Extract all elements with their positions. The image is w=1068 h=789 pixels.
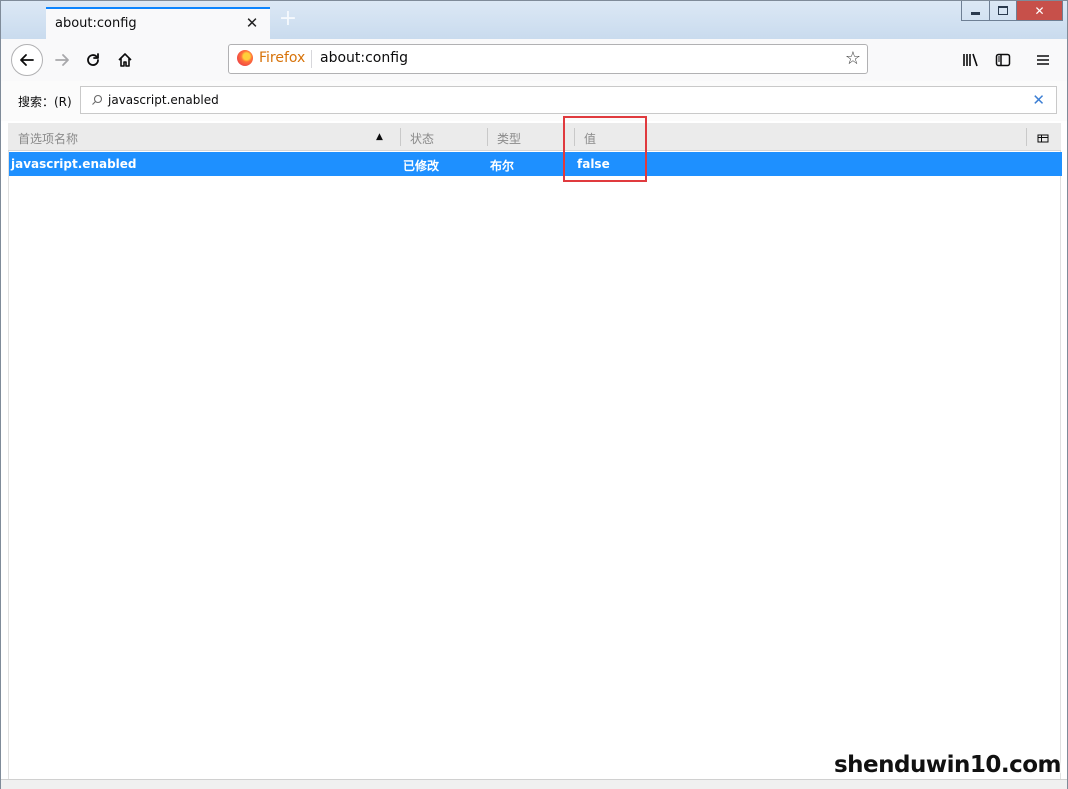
search-value: javascript.enabled [108,93,219,107]
column-splitter[interactable] [574,128,575,146]
maximize-button[interactable] [990,1,1017,20]
minimize-button[interactable] [962,1,990,20]
firefox-logo-icon [237,50,253,66]
back-arrow-icon [20,54,34,66]
pref-name-cell: javascript.enabled [11,157,137,171]
reload-button[interactable] [79,46,107,74]
search-label: 搜索：(R) [18,95,72,109]
tab-title: about:config [55,16,137,31]
search-icon [92,94,103,105]
pref-type-cell: 布尔 [490,159,515,173]
identity-label: Firefox [259,50,306,66]
reload-icon [87,53,99,66]
tab-strip: about:config ✕ + ✕ [1,1,1067,39]
hamburger-menu-icon [1037,55,1049,65]
bookmark-star-icon[interactable]: ☆ [845,48,861,69]
column-picker-glyph [1037,134,1049,143]
column-splitter[interactable] [400,128,401,146]
column-status-header[interactable]: 状态 [410,130,434,147]
close-icon: ✕ [1034,3,1045,18]
forward-arrow-icon [55,54,69,66]
sidebar-icon [995,53,1011,67]
tab-about-config[interactable]: about:config ✕ [46,7,270,39]
home-button[interactable] [111,46,139,74]
sort-ascending-icon: ▲ [376,132,383,142]
column-name-header[interactable]: 首选项名称 [18,130,78,147]
menu-button[interactable] [1029,46,1057,74]
window-close-button[interactable]: ✕ [1017,1,1062,20]
column-value-header[interactable]: 值 [584,130,596,147]
sidebar-button[interactable] [989,46,1017,74]
library-button[interactable] [957,46,985,74]
maximize-icon [998,6,1008,15]
window-controls: ✕ [961,1,1063,21]
pref-status-cell: 已修改 [403,159,440,173]
pref-value-cell: false [577,157,610,171]
browser-window: about:config ✕ + ✕ Firefox about:config … [0,0,1068,789]
status-bar [1,779,1067,789]
url-separator [311,50,312,68]
back-button[interactable] [11,44,43,76]
url-text[interactable]: about:config [320,50,408,66]
url-bar[interactable]: Firefox about:config ☆ [228,44,868,74]
forward-button[interactable] [48,46,76,74]
clear-search-icon[interactable]: ✕ [1032,91,1045,109]
column-picker-icon[interactable] [1037,130,1049,149]
column-splitter[interactable] [1026,128,1027,146]
navigation-toolbar: Firefox about:config ☆ [1,39,1067,82]
column-type-header[interactable]: 类型 [497,130,521,147]
search-input[interactable]: javascript.enabled ✕ [80,86,1057,114]
watermark: shenduwin10.com [833,752,1062,778]
minimize-icon [971,12,980,15]
identity-box[interactable]: Firefox [237,50,305,66]
home-icon [118,53,132,67]
preferences-tree[interactable]: javascript.enabled 已修改 布尔 false [8,151,1062,779]
table-row[interactable]: javascript.enabled 已修改 布尔 false [9,152,1062,176]
search-row: 搜索：(R) javascript.enabled ✕ [1,81,1067,121]
new-tab-button[interactable]: + [277,8,299,30]
column-header: 首选项名称 ▲ 状态 类型 值 [8,123,1061,151]
close-icon[interactable]: ✕ [244,14,260,32]
library-icon [963,53,978,67]
column-splitter[interactable] [487,128,488,146]
